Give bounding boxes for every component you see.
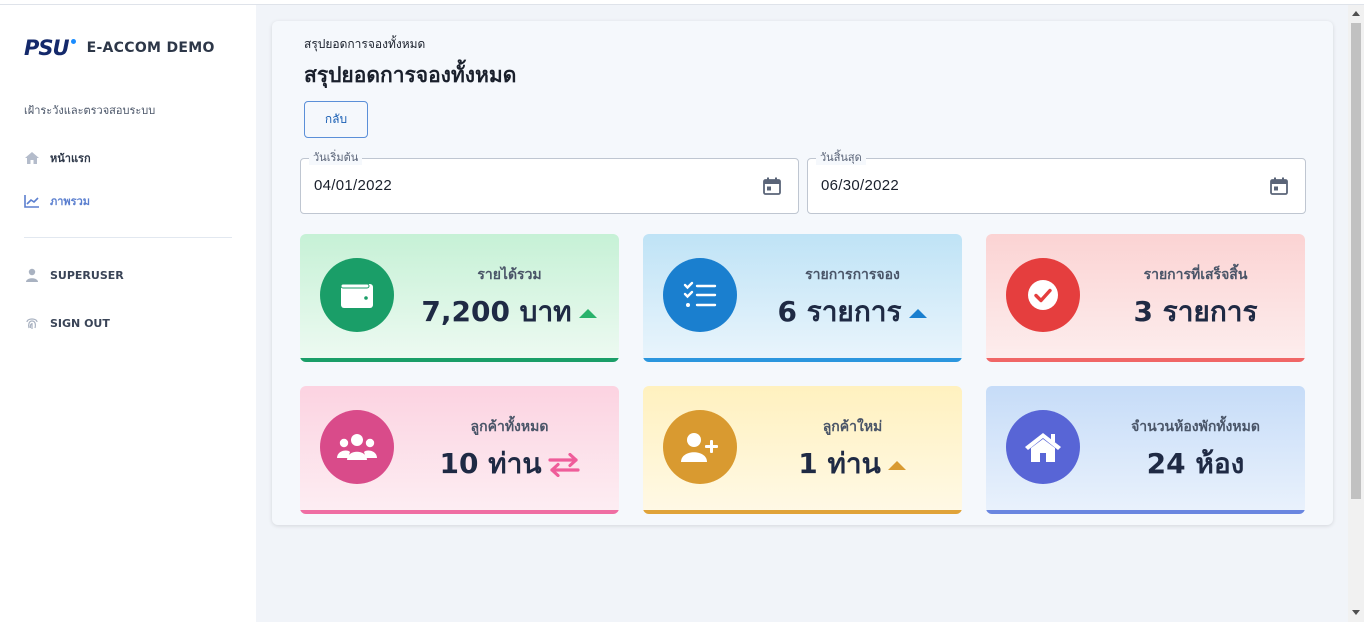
stat-card-bookings: รายการการจอง 6 รายการ bbox=[643, 234, 962, 362]
start-date-field[interactable]: วันเริ่มต้น 04/01/2022 bbox=[300, 151, 799, 214]
stat-label: ลูกค้าทั้งหมด bbox=[470, 419, 549, 435]
stat-card-customers: ลูกค้าทั้งหมด 10 ท่าน bbox=[300, 386, 619, 514]
stat-accent-bar bbox=[643, 358, 962, 362]
users-icon bbox=[337, 434, 377, 460]
stat-accent-bar bbox=[986, 510, 1305, 514]
stat-value: 3 รายการ bbox=[1133, 295, 1258, 328]
stat-icon-circle bbox=[1006, 410, 1080, 484]
caret-up-icon bbox=[908, 309, 927, 318]
stat-value: 10 ท่าน bbox=[439, 447, 542, 480]
sidebar-item-home[interactable]: หน้าแรก bbox=[24, 149, 91, 167]
scrollbar-thumb[interactable] bbox=[1351, 23, 1361, 499]
stat-accent-bar bbox=[300, 510, 619, 514]
sidebar-item-user[interactable]: SUPERUSER bbox=[24, 268, 124, 282]
brand-logo: PSU bbox=[24, 36, 76, 60]
stat-value: 1 ท่าน bbox=[798, 447, 881, 480]
stat-card-rooms: จำนวนห้องพักทั้งหมด 24 ห้อง bbox=[986, 386, 1305, 514]
start-date-label: วันเริ่มต้น bbox=[309, 151, 363, 165]
start-date-value[interactable]: 04/01/2022 bbox=[314, 177, 392, 194]
end-date-field[interactable]: วันสิ้นสุด 06/30/2022 bbox=[807, 151, 1306, 214]
user-icon bbox=[24, 268, 40, 282]
breadcrumb: สรุปยอดการจองทั้งหมด bbox=[304, 37, 426, 51]
stat-card-completed: รายการที่เสร็จสิ้น 3 รายการ bbox=[986, 234, 1305, 362]
brand-name: E-ACCOM DEMO bbox=[86, 40, 215, 56]
calendar-icon[interactable] bbox=[762, 176, 782, 196]
stat-icon-circle bbox=[320, 258, 394, 332]
stat-label: รายการการจอง bbox=[805, 267, 900, 283]
scroll-up-arrow-icon[interactable] bbox=[1352, 11, 1360, 16]
stat-icon-circle bbox=[1006, 258, 1080, 332]
sidebar-section-label: เฝ้าระวังและตรวจสอบระบบ bbox=[24, 104, 156, 117]
summary-card: สรุปยอดการจองทั้งหมด สรุปยอดการจองทั้งหม… bbox=[272, 21, 1333, 525]
stat-icon-circle bbox=[320, 410, 394, 484]
caret-up-icon bbox=[578, 309, 597, 318]
end-date-label: วันสิ้นสุด bbox=[816, 151, 866, 165]
stat-icon-circle bbox=[663, 410, 737, 484]
sidebar-signout-label: SIGN OUT bbox=[50, 316, 110, 330]
sidebar-item-signout[interactable]: SIGN OUT bbox=[24, 316, 110, 330]
end-date-value[interactable]: 06/30/2022 bbox=[821, 177, 899, 194]
back-button[interactable]: กลับ bbox=[304, 101, 368, 138]
fingerprint-icon bbox=[24, 316, 40, 330]
stat-accent-bar bbox=[643, 510, 962, 514]
stat-value: 7,200 บาท bbox=[421, 295, 572, 328]
check-circle-icon bbox=[1028, 280, 1058, 310]
stat-card-revenue: รายได้รวม 7,200 บาท bbox=[300, 234, 619, 362]
stat-card-new-customers: ลูกค้าใหม่ 1 ท่าน bbox=[643, 386, 962, 514]
stat-value: 6 รายการ bbox=[777, 295, 902, 328]
checklist-icon bbox=[683, 281, 717, 307]
user-plus-icon bbox=[681, 433, 718, 462]
home-icon bbox=[24, 151, 40, 165]
stat-label: จำนวนห้องพักทั้งหมด bbox=[1131, 419, 1260, 435]
sidebar: PSU E-ACCOM DEMO เฝ้าระวังและตรวจสอบระบบ… bbox=[0, 5, 256, 622]
page-title: สรุปยอดการจองทั้งหมด bbox=[304, 63, 517, 87]
stat-accent-bar bbox=[986, 358, 1305, 362]
sidebar-divider bbox=[24, 237, 232, 238]
wallet-icon bbox=[340, 283, 373, 308]
sidebar-item-overview[interactable]: ภาพรวม bbox=[24, 192, 90, 210]
stat-icon-circle bbox=[663, 258, 737, 332]
stat-label: รายการที่เสร็จสิ้น bbox=[1143, 267, 1248, 283]
exchange-icon bbox=[547, 453, 580, 477]
house-icon bbox=[1025, 433, 1061, 462]
stat-label: ลูกค้าใหม่ bbox=[822, 419, 883, 435]
sidebar-item-label: ภาพรวม bbox=[50, 195, 91, 208]
brand[interactable]: PSU E-ACCOM DEMO bbox=[24, 36, 215, 60]
stat-value: 24 ห้อง bbox=[1146, 447, 1245, 480]
chart-line-icon bbox=[24, 194, 40, 208]
stat-accent-bar bbox=[300, 358, 619, 362]
calendar-icon[interactable] bbox=[1269, 176, 1289, 196]
vertical-scrollbar[interactable] bbox=[1348, 5, 1364, 622]
sidebar-user-label: SUPERUSER bbox=[50, 268, 124, 282]
stat-label: รายได้รวม bbox=[477, 267, 542, 283]
caret-up-icon bbox=[887, 461, 906, 470]
sidebar-item-label: หน้าแรก bbox=[50, 152, 91, 165]
scroll-down-arrow-icon[interactable] bbox=[1352, 610, 1360, 615]
